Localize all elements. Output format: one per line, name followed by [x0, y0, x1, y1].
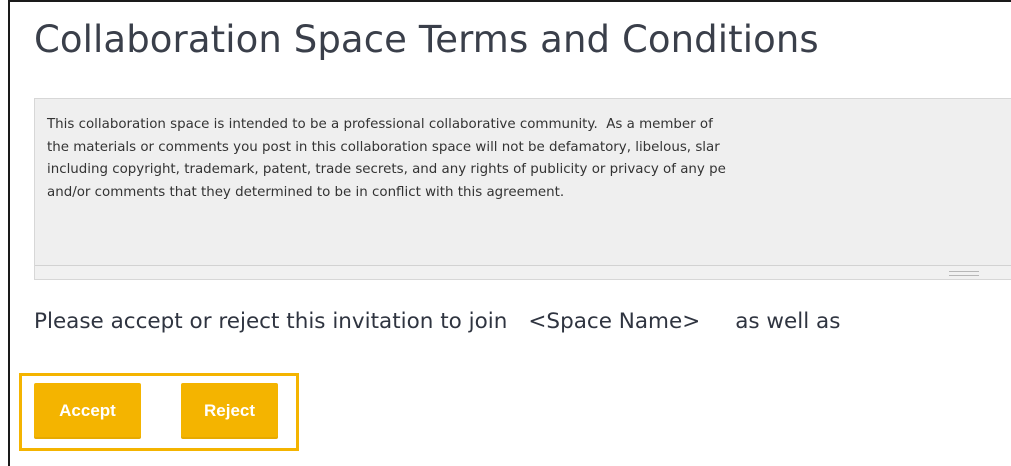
terms-line: including copyright, trademark, patent, …: [47, 162, 726, 177]
terms-text: This collaboration space is intended to …: [47, 114, 1011, 204]
resize-grip-icon[interactable]: [949, 271, 979, 276]
terms-line: the materials or comments you post in th…: [47, 139, 720, 155]
invitation-prefix: Please accept or reject this invitation …: [34, 309, 508, 334]
invitation-suffix: as well as: [735, 309, 841, 334]
space-name: <Space Name>: [528, 309, 701, 334]
terms-line: and/or comments that they determined to …: [47, 184, 565, 200]
terms-dialog: Collaboration Space Terms and Conditions…: [8, 0, 1011, 466]
action-buttons-group: Accept Reject: [19, 373, 299, 451]
accept-button[interactable]: Accept: [34, 383, 141, 439]
invitation-message: Please accept or reject this invitation …: [34, 309, 840, 334]
terms-textarea[interactable]: This collaboration space is intended to …: [34, 98, 1011, 280]
reject-button[interactable]: Reject: [181, 383, 278, 439]
page-title: Collaboration Space Terms and Conditions: [34, 18, 819, 61]
terms-line: This collaboration space is intended to …: [47, 117, 713, 132]
terms-bottom-bar: [35, 265, 1011, 279]
